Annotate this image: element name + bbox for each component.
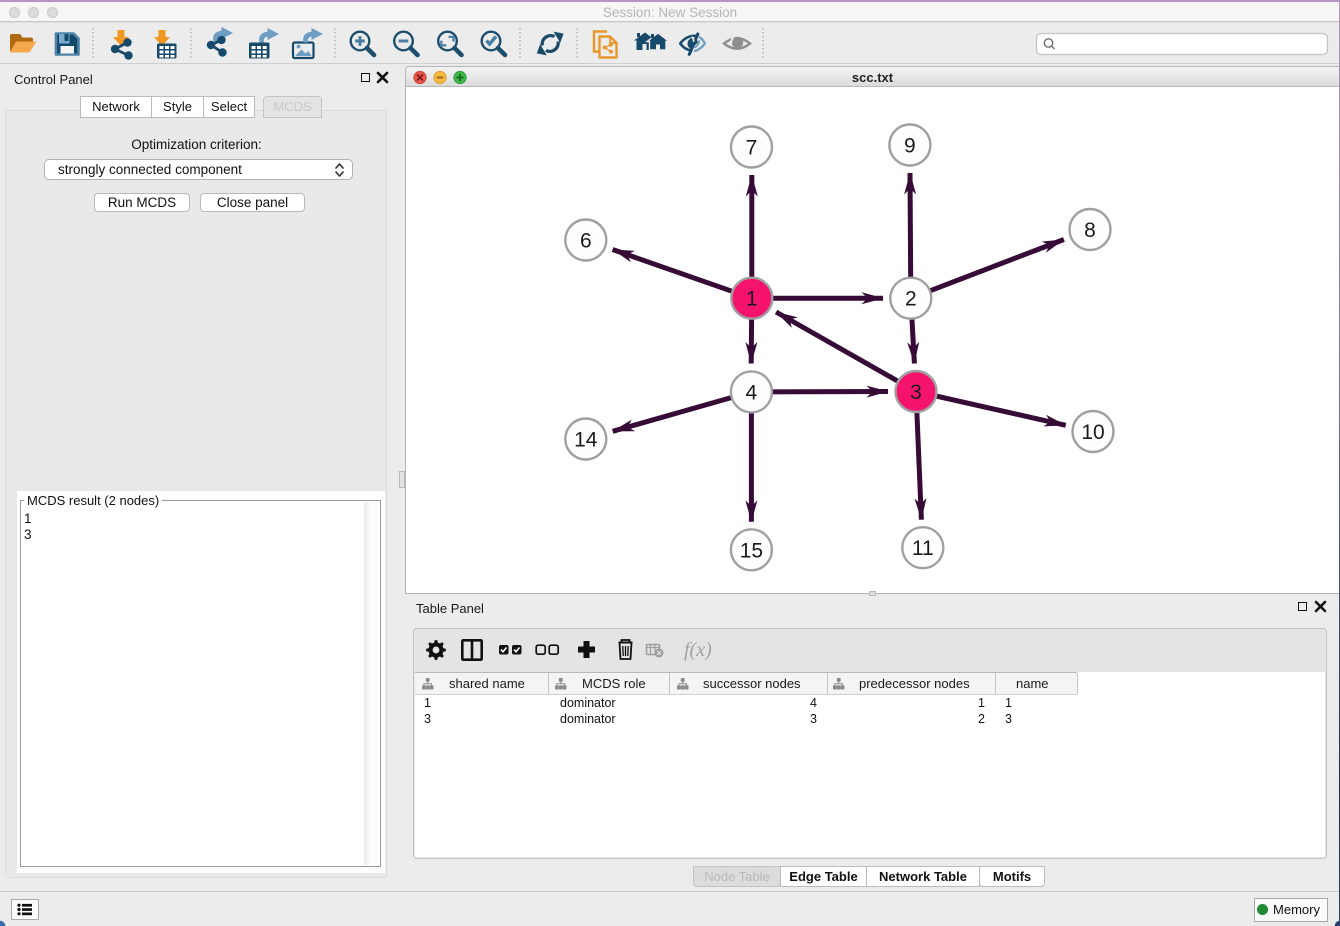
svg-text:2: 2	[978, 712, 985, 726]
svg-text:11: 11	[912, 537, 934, 560]
svg-text:dominator: dominator	[560, 712, 616, 726]
svg-text:2: 2	[905, 288, 917, 311]
svg-text:14: 14	[574, 429, 598, 452]
svg-text:15: 15	[740, 539, 763, 562]
svg-text:1: 1	[978, 696, 985, 710]
svg-text:6: 6	[580, 230, 592, 253]
svg-text:3: 3	[810, 712, 817, 726]
svg-text:4: 4	[746, 381, 758, 404]
svg-text:9: 9	[904, 135, 916, 158]
svg-text:3: 3	[1005, 712, 1012, 726]
svg-text:f(x): f(x)	[684, 639, 712, 661]
svg-text:predecessor nodes: predecessor nodes	[859, 676, 970, 691]
svg-text:3: 3	[424, 712, 431, 726]
svg-text:1: 1	[1005, 696, 1012, 710]
svg-text:3: 3	[910, 381, 922, 404]
svg-text:shared name: shared name	[449, 676, 525, 691]
svg-text:name: name	[1016, 676, 1049, 691]
svg-text:1: 1	[424, 696, 431, 710]
svg-text:dominator: dominator	[560, 696, 616, 710]
svg-text:8: 8	[1084, 219, 1096, 242]
svg-text:successor nodes: successor nodes	[703, 676, 801, 691]
svg-text:10: 10	[1081, 421, 1104, 444]
svg-text:1: 1	[746, 288, 758, 311]
svg-text:4: 4	[810, 696, 817, 710]
svg-text:7: 7	[746, 137, 758, 160]
svg-text:MCDS role: MCDS role	[582, 676, 646, 691]
